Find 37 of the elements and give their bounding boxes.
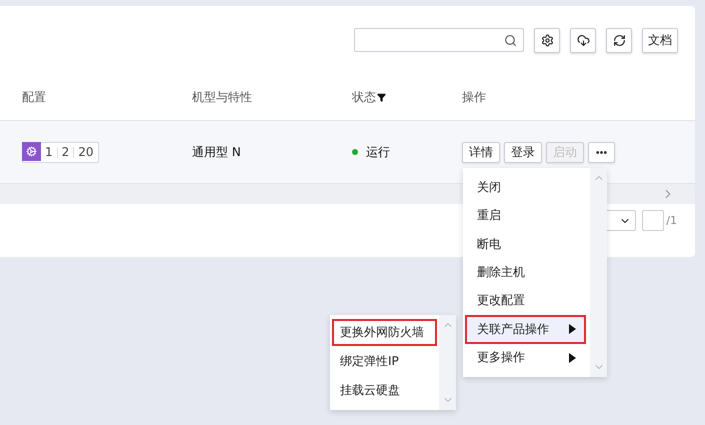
settings-icon (540, 34, 554, 47)
search-icon (504, 34, 517, 46)
menu-item[interactable]: 更换外网防火墙 (334, 321, 435, 344)
action-button[interactable]: 详情 (462, 142, 500, 162)
instance-type: 通用型 N (192, 144, 242, 160)
more-button[interactable] (588, 142, 615, 162)
column-header: 机型与特性 (192, 89, 252, 106)
cog-icon (26, 146, 37, 157)
settings-button[interactable] (534, 28, 560, 53)
column-header: 状态 (352, 89, 376, 106)
menu-item[interactable]: 绑定弹性IP (334, 350, 435, 373)
cloud-download-icon (576, 34, 590, 47)
menu-item[interactable]: 关闭 (467, 175, 584, 200)
menu-scrollbar[interactable] (590, 168, 607, 377)
menu-item[interactable]: 重启 (467, 203, 584, 228)
menu-scrollbar[interactable] (439, 315, 456, 410)
refresh-button[interactable] (606, 28, 632, 53)
menu-item[interactable]: 断电 (467, 232, 584, 256)
menu-item[interactable]: 更多操作 (467, 346, 584, 370)
config-value: 2 (56, 146, 74, 158)
menu-item[interactable]: 更改配置 (467, 288, 584, 314)
menu-item[interactable]: 删除主机 (467, 260, 584, 285)
config-value: 20 (73, 146, 98, 158)
config-value: 1 (44, 146, 54, 158)
filter-icon[interactable] (377, 93, 386, 102)
menu-item[interactable]: 挂载云硬盘 (334, 379, 435, 402)
status-text: 运行 (366, 144, 390, 160)
menu-item[interactable]: 关联产品操作 (467, 317, 584, 342)
column-header: 配置 (22, 89, 46, 106)
action-button[interactable]: 登录 (504, 142, 542, 162)
page-input[interactable] (642, 210, 664, 231)
download-button[interactable] (570, 28, 596, 53)
column-header: 操作 (462, 89, 486, 106)
docs-button[interactable]: 文档 (642, 28, 678, 53)
refresh-icon (612, 34, 626, 47)
page-total: /1 (666, 214, 677, 227)
search-field[interactable] (354, 28, 524, 52)
